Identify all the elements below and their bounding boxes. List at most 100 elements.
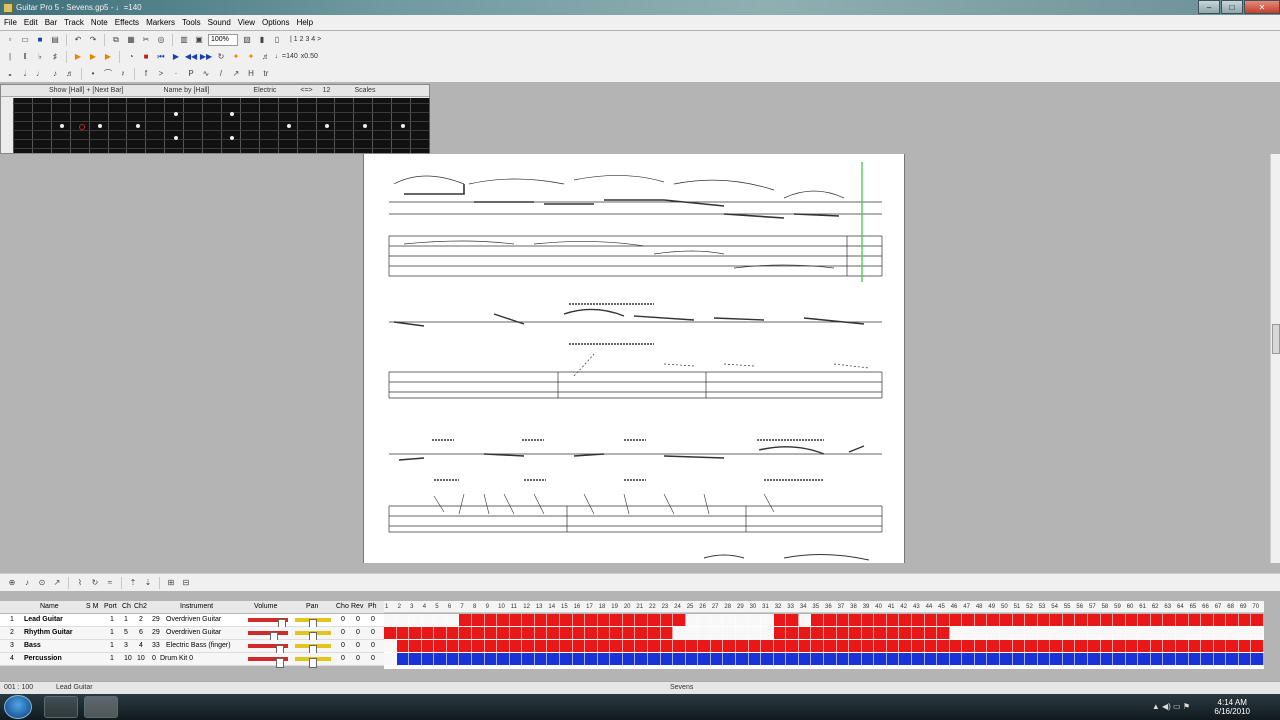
bar-cell[interactable]	[572, 627, 586, 639]
bar-cell[interactable]	[409, 627, 422, 639]
bar-cell[interactable]	[434, 614, 447, 626]
bar-cell[interactable]	[861, 640, 875, 652]
track-reverb[interactable]: 0	[356, 616, 360, 623]
bar-cell[interactable]	[622, 653, 636, 665]
bar-cell[interactable]	[1025, 614, 1038, 626]
bar-cell[interactable]	[748, 640, 762, 652]
bend-icon[interactable]: ↗	[230, 68, 242, 80]
bar-cell[interactable]	[446, 653, 460, 665]
bar-cell[interactable]	[1000, 627, 1013, 639]
bar-cell[interactable]	[1163, 614, 1176, 626]
track-tool-icon[interactable]: ↗	[51, 577, 63, 589]
pan-slider[interactable]	[295, 657, 331, 668]
bar-cell[interactable]	[899, 653, 912, 665]
bar-cell[interactable]	[1226, 614, 1239, 626]
bar-cell[interactable]	[1176, 627, 1189, 639]
bar-cell[interactable]	[824, 640, 837, 652]
bar-cell[interactable]	[421, 627, 435, 639]
bar-cell[interactable]	[597, 614, 611, 626]
mixer-icon[interactable]: ✦	[245, 51, 257, 63]
bar-cell[interactable]	[1163, 640, 1176, 652]
bar-cell[interactable]	[1012, 640, 1026, 652]
track-row-rhythm-guitar[interactable]: 2 Rhythm Guitar 1 5 6 29 Overdriven Guit…	[0, 627, 384, 642]
bar-cell[interactable]	[434, 627, 447, 639]
bar-cell[interactable]	[648, 653, 661, 665]
bar-cell[interactable]	[811, 640, 824, 652]
bar-cell[interactable]	[723, 627, 736, 639]
bar-cell[interactable]	[1062, 653, 1076, 665]
bar-cell[interactable]	[1100, 614, 1114, 626]
bar-cell[interactable]	[459, 614, 472, 626]
bar-cell[interactable]	[824, 653, 837, 665]
bar-cell[interactable]	[396, 640, 410, 652]
bar-cell[interactable]	[597, 653, 611, 665]
bar-cell[interactable]	[1163, 627, 1176, 639]
bar-cell[interactable]	[949, 627, 963, 639]
bar-cell[interactable]	[560, 614, 573, 626]
rest-icon[interactable]: 𝄽	[117, 68, 129, 80]
bar-cell[interactable]	[434, 640, 447, 652]
bar-cell[interactable]	[949, 653, 963, 665]
track-row-percussion[interactable]: 4 Percussion 1 10 10 0 Drum Kit 0 0 0 0	[0, 653, 384, 668]
score-icon[interactable]: ▮	[256, 34, 268, 46]
bar-cell[interactable]	[987, 614, 1000, 626]
menu-bar[interactable]: Bar	[45, 18, 57, 27]
bar-cell[interactable]	[937, 627, 950, 639]
bar-cell[interactable]	[924, 614, 938, 626]
track-row-bass[interactable]: 3 Bass 1 3 4 33 Electric Bass (finger) 0…	[0, 640, 384, 655]
quarter-note-icon[interactable]: ♩	[34, 68, 46, 80]
save-icon[interactable]: ■	[34, 34, 46, 46]
bar-cell[interactable]	[534, 640, 548, 652]
bar-cell[interactable]	[1075, 640, 1088, 652]
bar-cell[interactable]	[472, 640, 485, 652]
bar-cell[interactable]	[723, 653, 736, 665]
bar-cell[interactable]	[710, 653, 724, 665]
bar-cell[interactable]	[849, 653, 862, 665]
bar-cell[interactable]	[1025, 627, 1038, 639]
bar-cell[interactable]	[698, 614, 711, 626]
bar-cell[interactable]	[1113, 640, 1126, 652]
bar-cell[interactable]	[1238, 640, 1252, 652]
bar-cell[interactable]	[396, 614, 410, 626]
bar-cell[interactable]	[1176, 653, 1189, 665]
bar-cell[interactable]	[622, 614, 636, 626]
bar-cell[interactable]	[547, 653, 560, 665]
bar-cell[interactable]	[824, 627, 837, 639]
bar-cell[interactable]	[912, 614, 925, 626]
volume-slider[interactable]	[248, 631, 288, 642]
bar-cell[interactable]	[1113, 653, 1126, 665]
fretboard-octave-option[interactable]: <=>	[300, 87, 312, 94]
marker-icon[interactable]: ▶	[72, 51, 84, 63]
cut-icon[interactable]: ✂	[140, 34, 152, 46]
track-tool-icon[interactable]: ⌇	[74, 577, 86, 589]
bar-cell[interactable]	[962, 627, 975, 639]
bar-cell[interactable]	[798, 614, 812, 626]
bar-cell[interactable]	[635, 653, 648, 665]
bar-cell[interactable]	[987, 627, 1000, 639]
fretboard-instrument-option[interactable]: Electric	[253, 87, 276, 94]
bar-cell[interactable]	[1238, 627, 1252, 639]
bar-cell[interactable]	[698, 627, 711, 639]
bar-cell[interactable]	[798, 640, 812, 652]
score-page[interactable]	[363, 154, 905, 563]
bar-cell[interactable]	[1138, 640, 1151, 652]
bar-cell[interactable]	[572, 640, 586, 652]
bar-cell[interactable]	[949, 614, 963, 626]
bar-cell[interactable]	[736, 614, 749, 626]
bar-cell[interactable]	[1088, 640, 1101, 652]
bar-cell[interactable]	[874, 627, 887, 639]
bar-cell[interactable]	[522, 653, 535, 665]
bar-cell[interactable]	[886, 640, 900, 652]
bar-cell[interactable]	[1201, 653, 1214, 665]
bar-cell[interactable]	[1201, 627, 1214, 639]
minimize-button[interactable]: –	[1198, 0, 1220, 14]
dynamics-icon[interactable]: f	[140, 68, 152, 80]
whole-note-icon[interactable]: 𝅝	[4, 68, 16, 80]
marker-next-icon[interactable]: ▶	[87, 51, 99, 63]
tab-view-icon[interactable]: ▯	[271, 34, 283, 46]
bar-cell[interactable]	[1125, 627, 1139, 639]
bar-cell[interactable]	[597, 627, 611, 639]
bar-cell[interactable]	[924, 627, 938, 639]
pan-knob[interactable]	[309, 658, 317, 668]
bar-cell[interactable]	[522, 614, 535, 626]
